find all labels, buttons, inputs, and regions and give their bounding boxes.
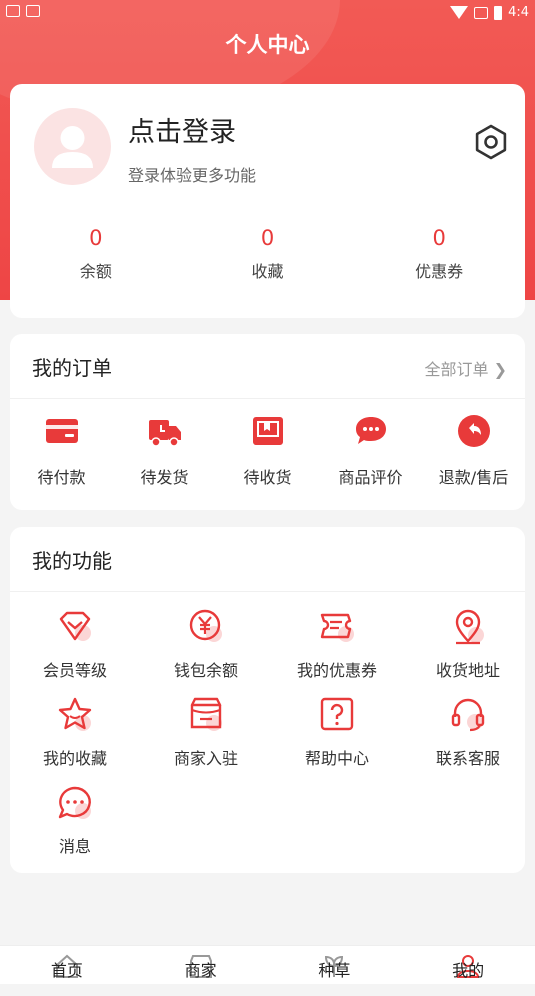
star-icon [58, 697, 92, 731]
stat-label: 收藏 [251, 262, 284, 281]
diamond-icon [59, 611, 91, 641]
orders-card: 我的订单 全部订单 ❯ 待付款 待发货 待收货 商品评价 退款/售后 [10, 334, 525, 510]
tab-label: 我的 [452, 961, 485, 980]
tab-mine[interactable]: 我的 [401, 946, 535, 984]
battery-icon [494, 5, 503, 20]
help-icon [320, 697, 354, 731]
function-coupons[interactable]: 我的优惠券 [272, 607, 402, 681]
stat-value: 0 [432, 226, 446, 250]
settings-button[interactable] [473, 124, 509, 160]
status-time: 4:4 [508, 5, 529, 20]
section-title: 我的订单 [32, 356, 112, 380]
signal-icon [474, 6, 489, 19]
function-label: 联系客服 [435, 749, 500, 768]
function-wallet[interactable]: 钱包余额 [141, 607, 271, 681]
gear-icon [475, 124, 507, 160]
wifi-icon [450, 6, 469, 19]
stat-label: 优惠券 [415, 262, 464, 281]
functions-card: 我的功能 会员等级 钱包余额 我的优惠券 收货地址 我的收藏 商家入驻 帮助中心… [10, 527, 525, 873]
all-orders-label: 全部订单 [424, 360, 489, 379]
app-notification-icon [26, 5, 40, 17]
headset-icon [451, 698, 485, 732]
comment-icon [355, 417, 386, 444]
order-label: 待发货 [140, 468, 189, 487]
order-refund[interactable]: 退款/售后 [422, 414, 525, 488]
tab-label: 商家 [184, 961, 217, 980]
bottom-tab-bar: 首页 商家 种草 我的 [0, 945, 535, 984]
message-icon [58, 786, 91, 819]
order-label: 待付款 [37, 468, 86, 487]
function-label: 消息 [58, 837, 91, 856]
order-review[interactable]: 商品评价 [319, 414, 422, 488]
login-title[interactable]: 点击登录 [128, 110, 236, 149]
order-status-row: 待付款 待发货 待收货 商品评价 退款/售后 [10, 414, 525, 488]
function-label: 钱包余额 [173, 661, 238, 680]
page-title: 个人中心 [225, 33, 310, 57]
tab-discover[interactable]: 种草 [268, 946, 402, 984]
order-label: 退款/售后 [438, 468, 509, 487]
function-member-level[interactable]: 会员等级 [10, 607, 140, 681]
wallet-icon [45, 419, 78, 443]
function-label: 帮助中心 [304, 749, 369, 768]
stat-value: 0 [260, 226, 275, 250]
stat-label: 余额 [79, 262, 112, 281]
function-label: 我的优惠券 [296, 661, 377, 680]
function-help[interactable]: 帮助中心 [272, 695, 402, 769]
store-icon [190, 697, 222, 731]
profile-card: 点击登录 登录体验更多功能 0 余额 0 收藏 0 优惠券 [10, 84, 525, 318]
function-merchant-join[interactable]: 商家入驻 [141, 695, 271, 769]
order-pending-shipment[interactable]: 待发货 [113, 414, 216, 488]
stat-favorites[interactable]: 0 收藏 [182, 224, 354, 282]
function-address[interactable]: 收货地址 [403, 607, 533, 681]
function-customer-service[interactable]: 联系客服 [403, 695, 533, 769]
order-pending-receipt[interactable]: 待收货 [216, 414, 319, 488]
all-orders-link[interactable]: 全部订单 ❯ [424, 356, 507, 380]
login-subtitle: 登录体验更多功能 [128, 166, 257, 185]
location-icon [455, 609, 484, 645]
stat-balance[interactable]: 0 余额 [10, 224, 182, 282]
chevron-right-icon: ❯ [493, 360, 507, 379]
avatar[interactable] [34, 108, 111, 185]
function-label: 商家入驻 [173, 749, 238, 768]
yen-icon [189, 609, 222, 642]
function-label: 收货地址 [435, 661, 500, 680]
function-messages[interactable]: 消息 [10, 783, 140, 857]
order-label: 待收货 [243, 468, 292, 487]
notification-icon [6, 5, 20, 17]
tab-label: 首页 [50, 961, 83, 980]
order-label: 商品评价 [338, 468, 403, 487]
function-label: 会员等级 [42, 661, 107, 680]
status-bar: 4:4 [0, 0, 535, 28]
function-label: 我的收藏 [42, 749, 107, 768]
stat-value: 0 [89, 226, 103, 250]
section-title: 我的功能 [32, 549, 112, 573]
tab-home[interactable]: 首页 [0, 946, 134, 984]
tab-label: 种草 [318, 961, 351, 980]
order-pending-payment[interactable]: 待付款 [10, 414, 113, 488]
package-icon [252, 417, 283, 445]
return-icon [457, 415, 490, 447]
coupon-icon [320, 613, 354, 642]
tab-merchants[interactable]: 商家 [134, 946, 268, 984]
function-favorites[interactable]: 我的收藏 [10, 695, 140, 769]
profile-stats: 0 余额 0 收藏 0 优惠券 [10, 224, 525, 282]
stat-coupons[interactable]: 0 优惠券 [353, 224, 525, 282]
truck-icon [148, 420, 181, 447]
user-icon [52, 126, 93, 168]
orders-header: 我的订单 全部订单 ❯ [10, 334, 525, 399]
functions-header: 我的功能 [10, 527, 525, 592]
